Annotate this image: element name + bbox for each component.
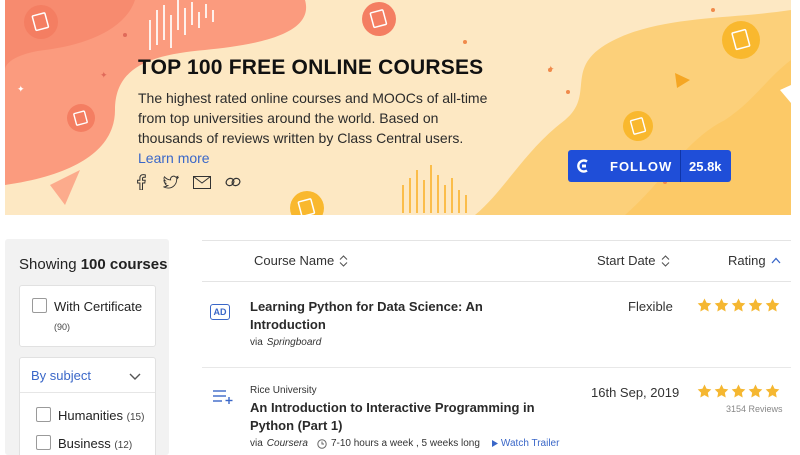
certificate-checkbox[interactable]	[32, 298, 47, 313]
start-date: Flexible	[628, 299, 673, 314]
star-rating	[697, 298, 780, 312]
subject-filter-toggle[interactable]: By subject	[20, 358, 155, 393]
star-icon	[731, 384, 746, 398]
class-central-logo-icon	[568, 150, 598, 182]
start-date: 16th Sep, 2019	[591, 385, 680, 400]
course-platform: via Springboard	[250, 337, 322, 348]
chevron-down-icon	[129, 368, 141, 386]
star-icon	[765, 298, 780, 312]
sort-icon	[339, 254, 348, 267]
follower-count: 25.8k	[689, 158, 722, 174]
share-links	[133, 174, 241, 190]
course-platform: via Coursera 7-10 hours a week , 5 weeks …	[250, 438, 560, 449]
chevron-up-icon	[771, 257, 781, 264]
follow-button[interactable]: FOLLOW 25.8k	[568, 150, 731, 182]
star-icon	[748, 384, 763, 398]
link-icon[interactable]	[225, 174, 241, 190]
hero-banner: ✦ ✦ ✦ TOP 100 FREE ONLINE COURSES The hi…	[5, 0, 791, 215]
svg-text:✦: ✦	[100, 70, 108, 80]
course-effort: 7-10 hours a week , 5 weeks long	[330, 438, 480, 449]
subject-filter-heading: By subject	[31, 368, 91, 383]
star-rating	[697, 384, 780, 398]
sort-start-date[interactable]: Start Date	[597, 253, 670, 268]
ad-badge: AD	[210, 304, 230, 320]
star-icon	[697, 298, 712, 312]
subject-checkbox[interactable]	[36, 435, 51, 450]
banner-description: The highest rated online courses and MOO…	[138, 88, 498, 168]
subject-label: Humanities (15)	[58, 408, 145, 423]
twitter-icon[interactable]	[163, 174, 179, 190]
results-count: Showing 100 courses	[19, 256, 167, 273]
sort-rating[interactable]: Rating	[728, 253, 781, 268]
review-count: 3154 Reviews	[726, 404, 783, 414]
clock-icon	[317, 438, 327, 449]
add-to-list-icon[interactable]	[212, 389, 234, 410]
play-icon	[491, 440, 498, 447]
certificate-filter[interactable]: With Certificate (90)	[19, 285, 156, 347]
follow-divider	[680, 150, 681, 182]
follow-label: FOLLOW	[610, 158, 673, 174]
star-icon	[748, 298, 763, 312]
subject-label: Business (12)	[58, 436, 133, 451]
star-icon	[765, 384, 780, 398]
filter-sidebar: Showing 100 courses With Certificate (90…	[5, 239, 169, 455]
star-icon	[714, 298, 729, 312]
learn-more-link[interactable]: Learn more	[138, 148, 210, 168]
facebook-icon[interactable]	[133, 174, 149, 190]
star-icon	[714, 384, 729, 398]
svg-text:✦: ✦	[17, 84, 25, 94]
subject-checkbox[interactable]	[36, 407, 51, 422]
course-row[interactable]: Rice University An Introduction to Inter…	[202, 368, 791, 455]
course-provider: Rice University	[250, 385, 317, 396]
course-title[interactable]: An Introduction to Interactive Programmi…	[250, 399, 550, 435]
banner-description-text: The highest rated online courses and MOO…	[138, 90, 488, 146]
banner-content: TOP 100 FREE ONLINE COURSES The highest …	[138, 56, 498, 168]
svg-text:✦: ✦	[547, 64, 555, 74]
subject-filter: By subject Humanities (15) Business (12)	[19, 357, 156, 455]
watch-trailer-link[interactable]: Watch Trailer	[491, 438, 559, 449]
certificate-label: With Certificate	[54, 299, 143, 314]
course-title[interactable]: Learning Python for Data Science: An Int…	[250, 298, 550, 334]
showing-prefix: Showing	[19, 256, 77, 273]
showing-count: 100 courses	[80, 256, 168, 273]
sort-course-name[interactable]: Course Name	[254, 253, 348, 268]
star-icon	[731, 298, 746, 312]
certificate-count: (90)	[54, 322, 71, 332]
sort-icon	[661, 254, 669, 267]
page-title: TOP 100 FREE ONLINE COURSES	[138, 56, 484, 79]
email-icon[interactable]	[193, 174, 211, 190]
star-icon	[697, 384, 712, 398]
course-row[interactable]: AD Learning Python for Data Science: An …	[202, 282, 791, 368]
course-list-header: Course Name Start Date Rating	[202, 240, 791, 282]
